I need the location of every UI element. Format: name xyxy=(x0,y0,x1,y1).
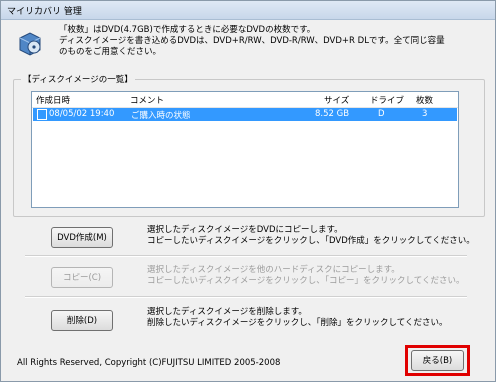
intro-line-3: のものをご用意ください。 xyxy=(59,47,162,57)
row-date: 08/05/02 19:40 xyxy=(49,109,115,119)
row-drive: D xyxy=(378,109,385,119)
row-marker-icon xyxy=(37,109,47,120)
row-count: 3 xyxy=(422,109,428,119)
main-window: マイリカバリ 管理 「枚数」はDVD(4.7GB)で作成するときに必要なDVDの… xyxy=(0,0,496,382)
row-size: 8.52 GB xyxy=(315,109,350,119)
copyright-text: All Rights Reserved, Copyright (C)FUJITS… xyxy=(17,358,281,368)
disk-image-group-label: 【ディスクイメージの一覧】 xyxy=(21,73,135,85)
column-header-drive[interactable]: ドライブ xyxy=(370,94,404,106)
column-header-count[interactable]: 枚数 xyxy=(416,94,433,106)
delete-desc-line-2: 削除したいディスクイメージをクリックし、「削除」をクリックしてください。 xyxy=(147,318,448,328)
column-header-size[interactable]: サイズ xyxy=(324,94,349,106)
divider xyxy=(25,255,467,257)
back-button[interactable]: 戻る(B) xyxy=(411,350,464,371)
column-header-comment[interactable]: コメント xyxy=(130,94,164,106)
divider xyxy=(25,296,467,298)
list-item[interactable]: 08/05/02 19:40 ご購入時の状態 8.52 GB D 3 xyxy=(33,108,457,121)
window-title: マイリカバリ 管理 xyxy=(7,7,82,17)
list-header: 作成日時 コメント サイズ ドライブ 枚数 xyxy=(32,92,458,108)
intro-line-1: 「枚数」はDVD(4.7GB)で作成するときに必要なDVDの枚数です。 xyxy=(59,25,316,35)
disk-image-list[interactable]: 作成日時 コメント サイズ ドライブ 枚数 08/05/02 19:40 ご購入… xyxy=(31,91,459,208)
recovery-disc-icon xyxy=(19,32,41,56)
dvd-create-button[interactable]: DVD作成(M) xyxy=(51,227,113,248)
delete-description: 選択したディスクイメージを削除します。 削除したいディスクイメージをクリックし、… xyxy=(147,307,477,329)
row-comment: ご購入時の状態 xyxy=(131,111,191,121)
copy-desc-line-1: 選択したディスクイメージを他のハードディスクにコピーします。 xyxy=(147,265,400,275)
column-header-date[interactable]: 作成日時 xyxy=(36,94,70,106)
dvd-create-description: 選択したディスクイメージをDVDにコピーします。 コピーしたいディスクイメージを… xyxy=(147,225,477,247)
copy-button[interactable]: コピー(C) xyxy=(51,267,113,288)
delete-button[interactable]: 削除(D) xyxy=(51,310,113,331)
copy-description: 選択したディスクイメージを他のハードディスクにコピーします。 コピーしたいディス… xyxy=(147,265,477,287)
title-bar: マイリカバリ 管理 xyxy=(1,1,495,20)
delete-desc-line-1: 選択したディスクイメージを削除します。 xyxy=(147,307,307,317)
intro-line-2: ディスクイメージを書き込めるDVDは、DVD+R/RW、DVD-R/RW、DVD… xyxy=(59,36,445,46)
dvd-create-desc-line-2: コピーしたいディスクイメージをクリックし、「DVD作成」をクリックしてください。 xyxy=(147,236,475,246)
dvd-create-desc-line-1: 選択したディスクイメージをDVDにコピーします。 xyxy=(147,225,343,235)
intro-text: 「枚数」はDVD(4.7GB)で作成するときに必要なDVDの枚数です。 ディスク… xyxy=(59,25,484,58)
copy-desc-line-2: コピーしたいディスクイメージをクリックし、「コピー」をクリックしてください。 xyxy=(147,276,465,286)
